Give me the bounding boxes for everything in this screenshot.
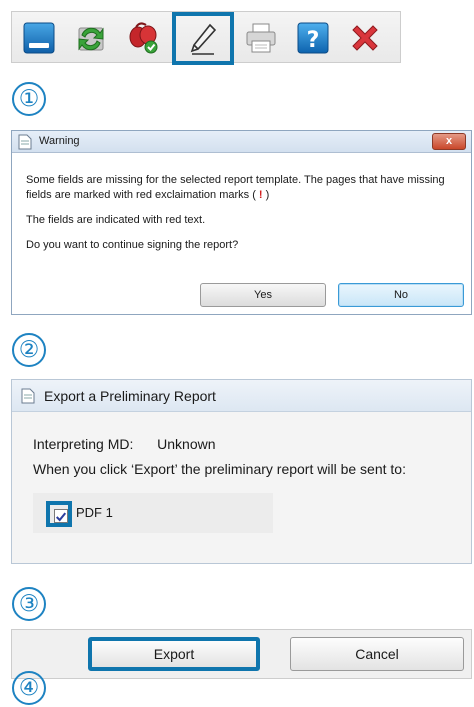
export-preliminary-dialog: Export a Preliminary Report Interpreting… <box>11 379 472 564</box>
export-title-bar: Export a Preliminary Report <box>12 380 471 412</box>
warning-line-1: Some fields are missing for the selected… <box>26 173 457 203</box>
document-icon <box>21 388 35 404</box>
step-marker-4: ④ <box>12 671 46 705</box>
export-button[interactable]: Export <box>88 637 260 671</box>
close-x-icon <box>352 25 378 51</box>
refresh-icon <box>78 27 104 51</box>
organ-check-button[interactable] <box>124 19 162 57</box>
interpreting-md-value: Unknown <box>157 436 216 452</box>
refresh-button[interactable] <box>72 19 110 57</box>
export-title: Export a Preliminary Report <box>44 388 216 404</box>
warning-dialog: Warning x Some fields are missing for th… <box>11 130 472 315</box>
close-button[interactable] <box>346 19 384 57</box>
document-icon <box>18 134 32 150</box>
yes-button[interactable]: Yes <box>200 283 326 307</box>
window-icon <box>23 22 55 54</box>
sign-button-highlight <box>172 12 234 65</box>
export-action-bar: Export Cancel <box>11 629 472 679</box>
window-button[interactable] <box>20 19 58 57</box>
warning-line-2: The fields are indicated with red text. <box>26 214 206 226</box>
print-button[interactable] <box>242 19 280 57</box>
help-button[interactable]: ? <box>294 19 332 57</box>
pdf-checkbox[interactable] <box>54 509 68 523</box>
printer-icon <box>246 23 276 53</box>
report-toolbar: ? <box>11 11 401 65</box>
interpreting-md-label: Interpreting MD: <box>33 436 134 452</box>
pdf-checkbox-highlight <box>46 501 72 527</box>
warning-title: Warning <box>39 135 80 147</box>
red-exclamation-mark: ! <box>258 189 263 201</box>
export-target-list: PDF 1 <box>33 493 273 533</box>
svg-text:?: ? <box>307 28 320 53</box>
export-instruction: When you click ‘Export’ the preliminary … <box>33 461 406 477</box>
pdf-target-label: PDF 1 <box>76 505 113 520</box>
warning-close-button[interactable]: x <box>432 133 466 150</box>
warning-line-3: Do you want to continue signing the repo… <box>26 239 239 251</box>
no-button[interactable]: No <box>338 283 464 307</box>
check-icon <box>55 512 67 522</box>
organ-check-icon <box>129 22 158 54</box>
step-marker-3: ③ <box>12 587 46 621</box>
interpreting-md-row: Interpreting MD: Unknown <box>33 436 216 452</box>
warning-message: Some fields are missing for the selected… <box>12 153 471 253</box>
step-marker-1: ① <box>12 82 46 116</box>
cancel-button[interactable]: Cancel <box>290 637 464 671</box>
warning-line-1-end: ) <box>265 189 270 201</box>
step-marker-2: ② <box>12 333 46 367</box>
warning-title-bar: Warning x <box>12 131 471 153</box>
help-icon: ? <box>297 22 329 54</box>
warning-line-1-text: Some fields are missing for the selected… <box>26 174 445 201</box>
